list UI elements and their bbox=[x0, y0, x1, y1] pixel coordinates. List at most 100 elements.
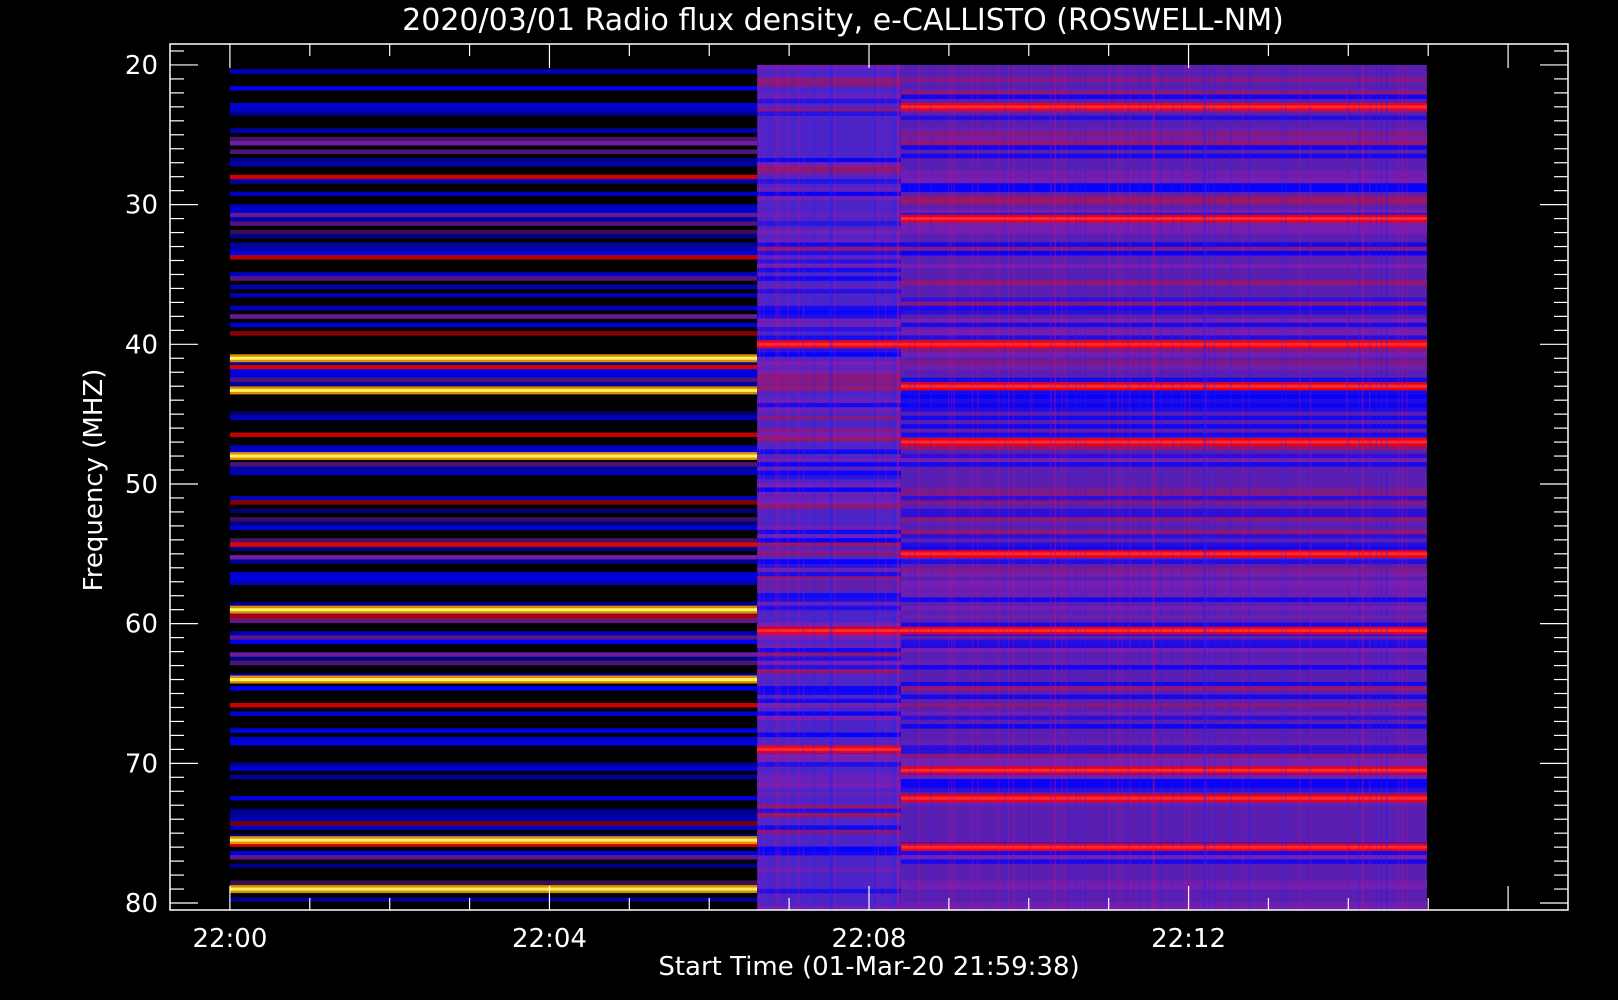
noise-row bbox=[757, 576, 901, 581]
column-streak bbox=[1362, 64, 1364, 911]
column-streak bbox=[834, 64, 836, 911]
column-streak bbox=[893, 64, 895, 911]
noise-row bbox=[757, 250, 901, 256]
noise-row bbox=[229, 571, 758, 577]
noise-row bbox=[229, 246, 758, 252]
column-streak bbox=[1065, 64, 1067, 911]
column-streak bbox=[914, 64, 916, 911]
noise-row bbox=[757, 276, 901, 281]
noise-row bbox=[229, 538, 758, 543]
noise-row bbox=[229, 766, 758, 771]
noise-row bbox=[757, 221, 901, 226]
noise-row bbox=[757, 660, 901, 666]
noise-row bbox=[229, 618, 758, 623]
noise-row bbox=[229, 149, 758, 154]
y-tick-label: 40 bbox=[125, 330, 158, 360]
noise-row bbox=[229, 217, 758, 222]
noise-row bbox=[229, 229, 758, 235]
noise-row bbox=[757, 267, 901, 273]
noise-row bbox=[757, 495, 901, 501]
noise-row bbox=[757, 352, 901, 357]
column-streak bbox=[831, 64, 833, 911]
bright-band-core bbox=[229, 608, 758, 612]
noise-row bbox=[229, 411, 758, 416]
noise-row bbox=[229, 157, 758, 163]
column-streak bbox=[1007, 64, 1010, 911]
column-streak bbox=[1406, 64, 1408, 911]
noise-row bbox=[757, 605, 901, 611]
noise-row bbox=[757, 377, 901, 383]
column-streak bbox=[775, 64, 777, 911]
noise-row bbox=[229, 179, 758, 184]
column-streak bbox=[776, 64, 779, 911]
noise-row bbox=[757, 77, 901, 83]
column-streak bbox=[802, 64, 804, 911]
noise-row bbox=[757, 533, 901, 539]
noise-row bbox=[757, 888, 901, 894]
noise-row bbox=[757, 466, 901, 471]
noise-row bbox=[229, 546, 758, 552]
column-streak bbox=[1127, 64, 1129, 911]
y-tick-label: 50 bbox=[125, 470, 158, 500]
noise-row bbox=[229, 508, 758, 514]
bright-band-core bbox=[229, 356, 758, 360]
noise-row bbox=[757, 288, 901, 294]
noise-row bbox=[229, 466, 758, 471]
noise-row bbox=[757, 567, 901, 573]
noise-row bbox=[757, 470, 901, 476]
noise-row bbox=[229, 601, 758, 607]
noise-row bbox=[757, 487, 901, 493]
noise-row bbox=[757, 179, 901, 184]
noise-row bbox=[757, 64, 901, 70]
noise-row bbox=[229, 555, 758, 560]
x-tick-label: 22:08 bbox=[832, 924, 907, 954]
column-streak bbox=[1380, 64, 1383, 911]
column-streak bbox=[829, 64, 831, 911]
noise-row bbox=[757, 386, 901, 391]
noise-row bbox=[229, 255, 758, 260]
column-streak bbox=[918, 64, 920, 911]
noise-row bbox=[757, 804, 901, 809]
noise-row bbox=[229, 250, 758, 256]
noise-row bbox=[757, 255, 901, 260]
column-streak bbox=[759, 64, 761, 911]
noise-row bbox=[229, 107, 758, 112]
noise-row bbox=[229, 271, 758, 277]
column-streak bbox=[909, 64, 911, 911]
noise-row bbox=[757, 310, 901, 315]
noise-row bbox=[229, 322, 758, 328]
column-streak bbox=[1213, 64, 1215, 911]
noise-row bbox=[757, 825, 901, 831]
noise-row bbox=[229, 432, 758, 438]
bright-band-core bbox=[229, 887, 758, 891]
noise-row bbox=[757, 529, 901, 535]
x-tick-label: 22:00 bbox=[192, 924, 267, 954]
noise-row bbox=[229, 855, 758, 860]
noise-row bbox=[757, 162, 901, 167]
bright-band-core bbox=[757, 747, 901, 751]
noise-row bbox=[757, 98, 901, 104]
noise-row bbox=[757, 314, 901, 319]
noise-row bbox=[757, 643, 901, 649]
noise-row bbox=[229, 656, 758, 662]
noise-row bbox=[229, 897, 758, 902]
column-streak bbox=[1358, 64, 1360, 911]
noise-row bbox=[757, 635, 901, 640]
column-streak bbox=[1184, 64, 1186, 911]
column-streak bbox=[1310, 64, 1312, 911]
noise-row bbox=[757, 195, 901, 201]
column-streak bbox=[1075, 64, 1077, 911]
column-streak bbox=[1189, 64, 1191, 911]
noise-row bbox=[229, 711, 758, 716]
noise-row bbox=[757, 757, 901, 763]
noise-row bbox=[229, 369, 758, 374]
noise-row bbox=[229, 284, 758, 290]
noise-row bbox=[229, 470, 758, 476]
column-streak bbox=[998, 64, 1000, 911]
noise-row bbox=[229, 415, 758, 421]
noise-row bbox=[229, 808, 758, 814]
noise-row bbox=[229, 521, 758, 526]
column-streak bbox=[977, 64, 979, 911]
noise-row bbox=[757, 597, 901, 602]
noise-row bbox=[757, 457, 901, 463]
